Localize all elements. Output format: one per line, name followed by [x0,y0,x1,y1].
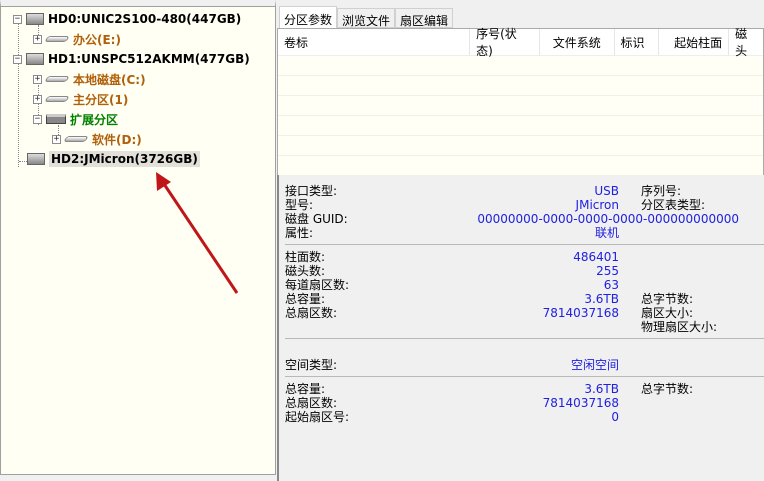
partition-icon [44,36,70,42]
disk-info: 接口类型: USB 序列号: 型号: JMicron 分区表类型: 磁盘 GUID: 00… [277,175,764,481]
tree-partition-d[interactable]: + 软件(D:) [52,130,142,148]
expand-icon[interactable]: + [33,74,42,84]
divider [285,244,764,245]
extended-partition-icon [46,114,66,124]
column-header[interactable]: 标识 [615,29,660,55]
tree-disk-hd1[interactable]: − HD1:UNSPC512AKMM(477GB) [13,50,250,68]
tab-browse-files[interactable]: 浏览文件 [337,8,396,28]
expand-icon[interactable]: + [52,134,61,144]
tree-disk-hd0[interactable]: − HD0:UNIC2S100-480(447GB) [13,10,241,28]
tree-disk-hd2[interactable]: HD2:JMicron(3726GB) [27,150,200,168]
tree-partition-c[interactable]: + 本地磁盘(C:) [33,70,146,88]
partition-icon [44,76,70,82]
disk-tree-panel: − HD0:UNIC2S100-480(447GB) + 办公(E:) − HD1:U… [0,0,276,475]
partition-table: 卷标 序号(状态) 文件系统 标识 起始柱面 磁头 [277,27,764,176]
column-header[interactable]: 卷标 [278,29,471,55]
partition-icon [44,96,70,102]
detail-panel: 分区参数 浏览文件 扇区编辑 卷标 序号(状态) 文件系统 标识 起始柱面 磁头… [277,0,764,481]
column-header[interactable]: 起始柱面 [659,29,730,55]
disk-icon [26,13,44,25]
tree-extended-partition[interactable]: − 扩展分区 [33,110,118,128]
tab-partition-params[interactable]: 分区参数 [279,6,338,28]
collapse-icon[interactable]: − [13,54,22,64]
divider [285,338,764,339]
disk-icon [27,153,45,165]
collapse-icon[interactable]: − [33,114,42,124]
expand-icon[interactable]: + [33,94,42,104]
disk-icon [26,53,44,65]
partition-icon [63,136,89,142]
column-header[interactable]: 序号(状态) [470,27,540,58]
tree-partition-primary[interactable]: + 主分区(1) [33,90,128,108]
column-header[interactable]: 磁头 [729,27,763,58]
divider [285,376,764,377]
collapse-icon[interactable]: − [13,14,22,24]
tree-partition-e[interactable]: + 办公(E:) [33,30,121,48]
expand-icon[interactable]: + [33,34,42,44]
tab-sector-edit[interactable]: 扇区编辑 [395,8,454,28]
column-header[interactable]: 文件系统 [540,29,615,55]
